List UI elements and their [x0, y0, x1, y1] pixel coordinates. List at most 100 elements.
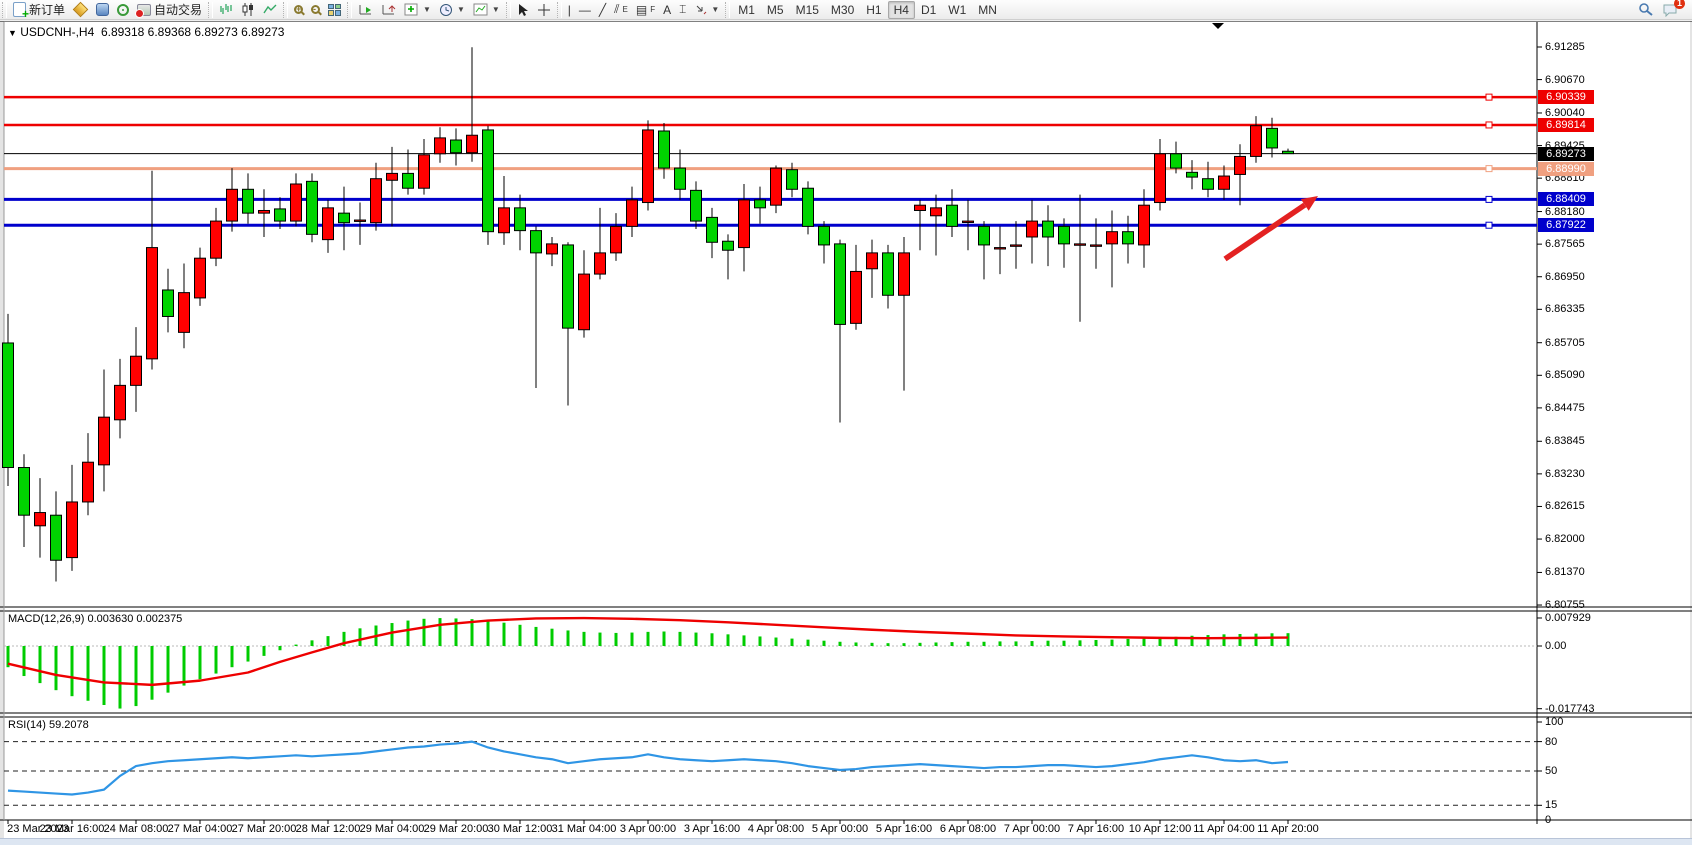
price-level-badge[interactable]: 6.89814 [1538, 118, 1594, 132]
candle-body [1123, 232, 1134, 244]
symbol-timeframe: USDCNH-,H4 [20, 25, 94, 39]
trendline-button[interactable]: ╱ [595, 1, 610, 19]
price-axis-label: 6.80755 [1545, 599, 1585, 611]
zoom-in-button[interactable]: + [290, 1, 307, 19]
macd-histogram [8, 618, 1288, 708]
arrow-annotation[interactable] [1225, 205, 1305, 259]
cursor-button[interactable] [513, 1, 533, 19]
price-axis-label: 6.87565 [1545, 238, 1585, 250]
candle-body [1043, 221, 1054, 237]
profile-icon [96, 3, 109, 16]
templates-button[interactable]: ▼ [469, 1, 504, 19]
candle-body [979, 226, 990, 245]
candle-body [3, 343, 14, 468]
price-axis-label: 6.86335 [1545, 303, 1585, 315]
indicators-icon [404, 3, 419, 16]
price-level-badge[interactable]: 6.88409 [1538, 192, 1594, 206]
text-label-button[interactable]: ⌶ [675, 1, 690, 19]
tf-m5-button[interactable]: M5 [761, 1, 790, 19]
tile-windows-icon [328, 4, 341, 16]
candle-chart-icon [241, 3, 255, 16]
line-chart-button[interactable] [259, 1, 281, 19]
price-level-badge[interactable]: 6.90339 [1538, 90, 1594, 104]
candle-body [819, 226, 830, 245]
bar-chart-icon [219, 3, 233, 16]
tf-h4-button[interactable]: H4 [888, 1, 915, 19]
candle-body [259, 210, 270, 213]
candle-body [131, 356, 142, 385]
new-order-label: 新订单 [29, 1, 65, 18]
candle-body [1059, 226, 1070, 243]
line-handle[interactable] [1486, 222, 1492, 228]
price-axis-label: 6.90670 [1545, 74, 1585, 86]
horizontal-line-button[interactable]: — [575, 1, 595, 19]
candle-body [771, 168, 782, 205]
auto-scroll-button[interactable] [354, 1, 377, 19]
tile-windows-button[interactable] [324, 1, 345, 19]
equidistant-channel-button[interactable]: ⫽E [610, 1, 632, 19]
tf-m15-button[interactable]: M15 [790, 1, 825, 19]
time-axis-label: 10 Apr 12:00 [1129, 823, 1191, 835]
chat-notification-badge: 1 [1674, 0, 1685, 9]
toolbar-separator [557, 2, 562, 18]
tf-d1-button[interactable]: D1 [915, 1, 942, 19]
bar-chart-button[interactable] [215, 1, 237, 19]
signals-button[interactable] [113, 1, 133, 19]
candle-body [659, 131, 670, 168]
chart-canvas[interactable] [0, 21, 1692, 845]
candle-body [1075, 244, 1086, 245]
periods-button[interactable]: ▼ [435, 1, 469, 19]
main-toolbar: 新订单 自动交易 + - ▼ ▼ ▼ | — ╱ ⫽E ▤F A ⌶ ▼ M1 … [0, 0, 1692, 20]
candle-body [899, 253, 910, 295]
candle-body [867, 253, 878, 269]
tf-m30-button[interactable]: M30 [825, 1, 860, 19]
candle-body [1091, 245, 1102, 246]
zoom-out-button[interactable]: - [307, 1, 324, 19]
candle-body [19, 468, 30, 516]
vertical-line-button[interactable]: | [564, 1, 575, 19]
candle-body [403, 173, 414, 188]
candle-chart-button[interactable] [237, 1, 259, 19]
candle-body [1027, 221, 1038, 237]
price-level-badge[interactable]: 6.87922 [1538, 218, 1594, 232]
new-order-button[interactable]: 新订单 [9, 1, 69, 19]
time-axis-label: 5 Apr 00:00 [812, 823, 868, 835]
arrow-shapes-icon [694, 4, 707, 16]
candle-body [435, 138, 446, 154]
line-handle[interactable] [1486, 94, 1492, 100]
line-handle[interactable] [1486, 122, 1492, 128]
candle-body [995, 248, 1006, 249]
search-button[interactable] [1634, 1, 1658, 19]
symbol-dropdown-icon[interactable]: ▼ [8, 28, 17, 38]
line-handle[interactable] [1486, 166, 1492, 172]
price-level-badge[interactable]: 6.88990 [1538, 162, 1594, 176]
toolbar-separator [208, 2, 213, 18]
crosshair-button[interactable] [533, 1, 555, 19]
auto-trading-button[interactable]: 自动交易 [133, 1, 206, 19]
tf-mn-button[interactable]: MN [972, 1, 1003, 19]
chart-shift-button[interactable] [377, 1, 400, 19]
mql-community-button[interactable] [69, 1, 92, 19]
indicators-button[interactable]: ▼ [400, 1, 435, 19]
time-axis-label: 23 Mar 16:00 [40, 823, 105, 835]
candle-body [227, 189, 238, 221]
chart-shift-marker-icon[interactable] [1212, 23, 1224, 29]
price-axis-label: 6.88180 [1545, 206, 1585, 218]
tf-w1-button[interactable]: W1 [942, 1, 972, 19]
fibonacci-button[interactable]: ▤F [632, 1, 659, 19]
current-price-badge: 6.89273 [1538, 147, 1594, 161]
chat-button[interactable]: 1 [1658, 1, 1682, 19]
time-axis-label: 11 Apr 04:00 [1193, 823, 1255, 835]
tf-m1-button[interactable]: M1 [732, 1, 761, 19]
line-handle[interactable] [1486, 196, 1492, 202]
candle-body [915, 205, 926, 210]
candle-body [627, 200, 638, 226]
price-axis-label: 6.84475 [1545, 402, 1585, 414]
dropdown-caret: ▼ [492, 5, 500, 14]
candle-body [835, 244, 846, 325]
profile-button[interactable] [92, 1, 113, 19]
search-icon [1638, 2, 1654, 17]
text-button[interactable]: A [659, 1, 675, 19]
arrows-button[interactable]: ▼ [690, 1, 723, 19]
tf-h1-button[interactable]: H1 [860, 1, 887, 19]
